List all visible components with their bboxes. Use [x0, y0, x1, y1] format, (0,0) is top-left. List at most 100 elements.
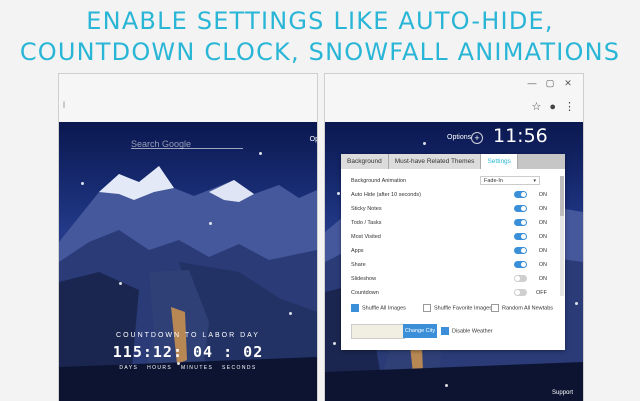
- setting-label: Most Visited: [351, 234, 381, 240]
- countdown-title: COUNTDOWN TO LABOR DAY: [116, 332, 260, 339]
- slideshow-toggle[interactable]: [514, 275, 527, 282]
- search-input[interactable]: [131, 139, 243, 149]
- right-browser-window: — ▢ ✕ ☆ ● ⋮ Options + 11:56 Background Must-…: [324, 73, 584, 401]
- countdown-clock: COUNTDOWN TO LABOR DAY 115:12: 04 : 02 D…: [59, 332, 317, 371]
- checkbox[interactable]: [423, 304, 431, 312]
- setting-row-apps: Apps ON: [351, 245, 551, 257]
- share-toggle[interactable]: [514, 261, 527, 268]
- checkbox-label: Random All Newtabs: [502, 305, 554, 312]
- options-peek[interactable]: Op: [310, 136, 317, 143]
- toggle-state: ON: [538, 262, 547, 268]
- support-link[interactable]: Support: [552, 390, 573, 396]
- star-icon[interactable]: ☆: [531, 101, 541, 113]
- snowflake: [209, 222, 212, 225]
- setting-row-most-visited: Most Visited ON: [351, 231, 551, 243]
- checkbox-checked[interactable]: [351, 304, 359, 312]
- checkbox-label: Disable Weather: [452, 328, 493, 335]
- tab-background[interactable]: Background: [341, 154, 389, 169]
- tab-related-themes[interactable]: Must-have Related Themes: [388, 154, 482, 169]
- browser-chrome: l: [59, 74, 317, 123]
- countdown-label-hours: HOURS: [147, 365, 173, 371]
- random-all-newtabs-option[interactable]: Random All Newtabs: [491, 304, 553, 312]
- setting-row-sticky-notes: Sticky Notes ON: [351, 203, 551, 215]
- snowflake: [119, 282, 122, 285]
- settings-panel: Background Must-have Related Themes Sett…: [341, 154, 565, 350]
- setting-row-auto-hide: Auto Hide (after 10 seconds) ON: [351, 189, 551, 201]
- setting-row-share: Share ON: [351, 259, 551, 271]
- setting-row-countdown: Countdown OFF: [351, 287, 551, 299]
- change-city-button[interactable]: Change City: [403, 324, 437, 338]
- clock: 11:56: [493, 125, 548, 147]
- toggle-state: ON: [538, 234, 547, 240]
- headline-line-1: ENABLE SETTINGS LIKE AUTO-HIDE,: [86, 7, 554, 35]
- disable-weather-option[interactable]: Disable Weather: [441, 327, 493, 335]
- shuffle-all-images-option[interactable]: Shuffle All Images: [351, 304, 406, 312]
- apps-toggle[interactable]: [514, 247, 527, 254]
- setting-label: Share: [351, 262, 366, 268]
- settings-tabs: Background Must-have Related Themes Sett…: [341, 154, 565, 169]
- settings-scrollbar[interactable]: [560, 176, 564, 296]
- window-controls: — ▢ ✕: [523, 78, 577, 89]
- options-link[interactable]: Options: [447, 134, 471, 141]
- scrollbar-thumb[interactable]: [560, 176, 564, 216]
- account-icon[interactable]: ●: [549, 101, 556, 113]
- sticky-notes-toggle[interactable]: [514, 205, 527, 212]
- left-browser-window: l Op COUNTDOWN TO LABOR DAY 115:12: 04 :…: [58, 73, 318, 401]
- headline: ENABLE SETTINGS LIKE AUTO-HIDE, COUNTDOW…: [0, 6, 640, 68]
- checkbox-label: Shuffle All Images: [362, 305, 406, 312]
- animation-select[interactable]: Fade-In ▾: [480, 176, 540, 185]
- browser-chrome: — ▢ ✕ ☆ ● ⋮: [325, 74, 583, 123]
- newtab-background: Op COUNTDOWN TO LABOR DAY 115:12: 04 : 0…: [59, 122, 317, 401]
- setting-label: Apps: [351, 248, 364, 254]
- search-box[interactable]: [131, 134, 243, 149]
- countdown-label-days: DAYS: [119, 365, 139, 371]
- close-icon[interactable]: ✕: [559, 78, 577, 89]
- countdown-time: 115:12: 04 : 02: [112, 343, 264, 361]
- toggle-state: ON: [538, 206, 547, 212]
- tab-fragment[interactable]: l: [63, 100, 65, 110]
- snowflake: [575, 302, 578, 305]
- snowflake: [333, 342, 336, 345]
- setting-label: Background Animation: [351, 178, 407, 184]
- chevron-down-icon: ▾: [533, 178, 536, 184]
- checkbox[interactable]: [491, 304, 499, 312]
- snowflake: [259, 152, 262, 155]
- toolbar: ☆ ● ⋮: [523, 100, 575, 113]
- animation-select-value: Fade-In: [484, 178, 503, 184]
- setting-row-todo: Todo / Tasks ON: [351, 217, 551, 229]
- minimize-icon[interactable]: —: [523, 78, 541, 88]
- setting-row-slideshow: Slideshow ON: [351, 273, 551, 285]
- setting-row-background-animation: Background Animation Fade-In ▾: [351, 175, 551, 187]
- maximize-icon[interactable]: ▢: [541, 78, 559, 89]
- toggle-state: ON: [538, 276, 547, 282]
- menu-icon[interactable]: ⋮: [564, 101, 575, 113]
- setting-label: Slideshow: [351, 276, 377, 282]
- snowflake: [337, 192, 340, 195]
- checkbox-checked[interactable]: [441, 327, 449, 335]
- countdown-label-seconds: SECONDS: [222, 365, 257, 371]
- todo-toggle[interactable]: [514, 219, 527, 226]
- toggle-state: ON: [538, 220, 547, 226]
- settings-list: Background Animation Fade-In ▾ Auto Hide…: [341, 169, 559, 301]
- newtab-background: Options + 11:56 Background Must-have Rel…: [325, 122, 583, 401]
- most-visited-toggle[interactable]: [514, 233, 527, 240]
- toggle-state: ON: [538, 248, 547, 254]
- snowflake: [289, 312, 292, 315]
- snowflake: [177, 362, 180, 365]
- setting-label: Auto Hide (after 10 seconds): [351, 192, 422, 198]
- city-input[interactable]: [351, 324, 405, 339]
- tab-settings[interactable]: Settings: [481, 154, 518, 169]
- snowflake: [81, 182, 84, 185]
- countdown-unit-labels: DAYS HOURS MINUTES SECONDS: [59, 365, 317, 371]
- add-button[interactable]: +: [471, 132, 483, 144]
- headline-line-2: COUNTDOWN CLOCK, SNOWFALL ANIMATIONS: [19, 38, 621, 66]
- setting-label: Countdown: [351, 290, 379, 296]
- checkbox-label: Shuffle Favorite Images: [434, 305, 492, 312]
- setting-label: Sticky Notes: [351, 206, 382, 212]
- toggle-state: ON: [538, 192, 547, 198]
- snowflake: [423, 142, 426, 145]
- countdown-toggle[interactable]: [514, 289, 527, 296]
- snowflake: [445, 384, 448, 387]
- shuffle-favorite-images-option[interactable]: Shuffle Favorite Images: [423, 304, 492, 312]
- auto-hide-toggle[interactable]: [514, 191, 527, 198]
